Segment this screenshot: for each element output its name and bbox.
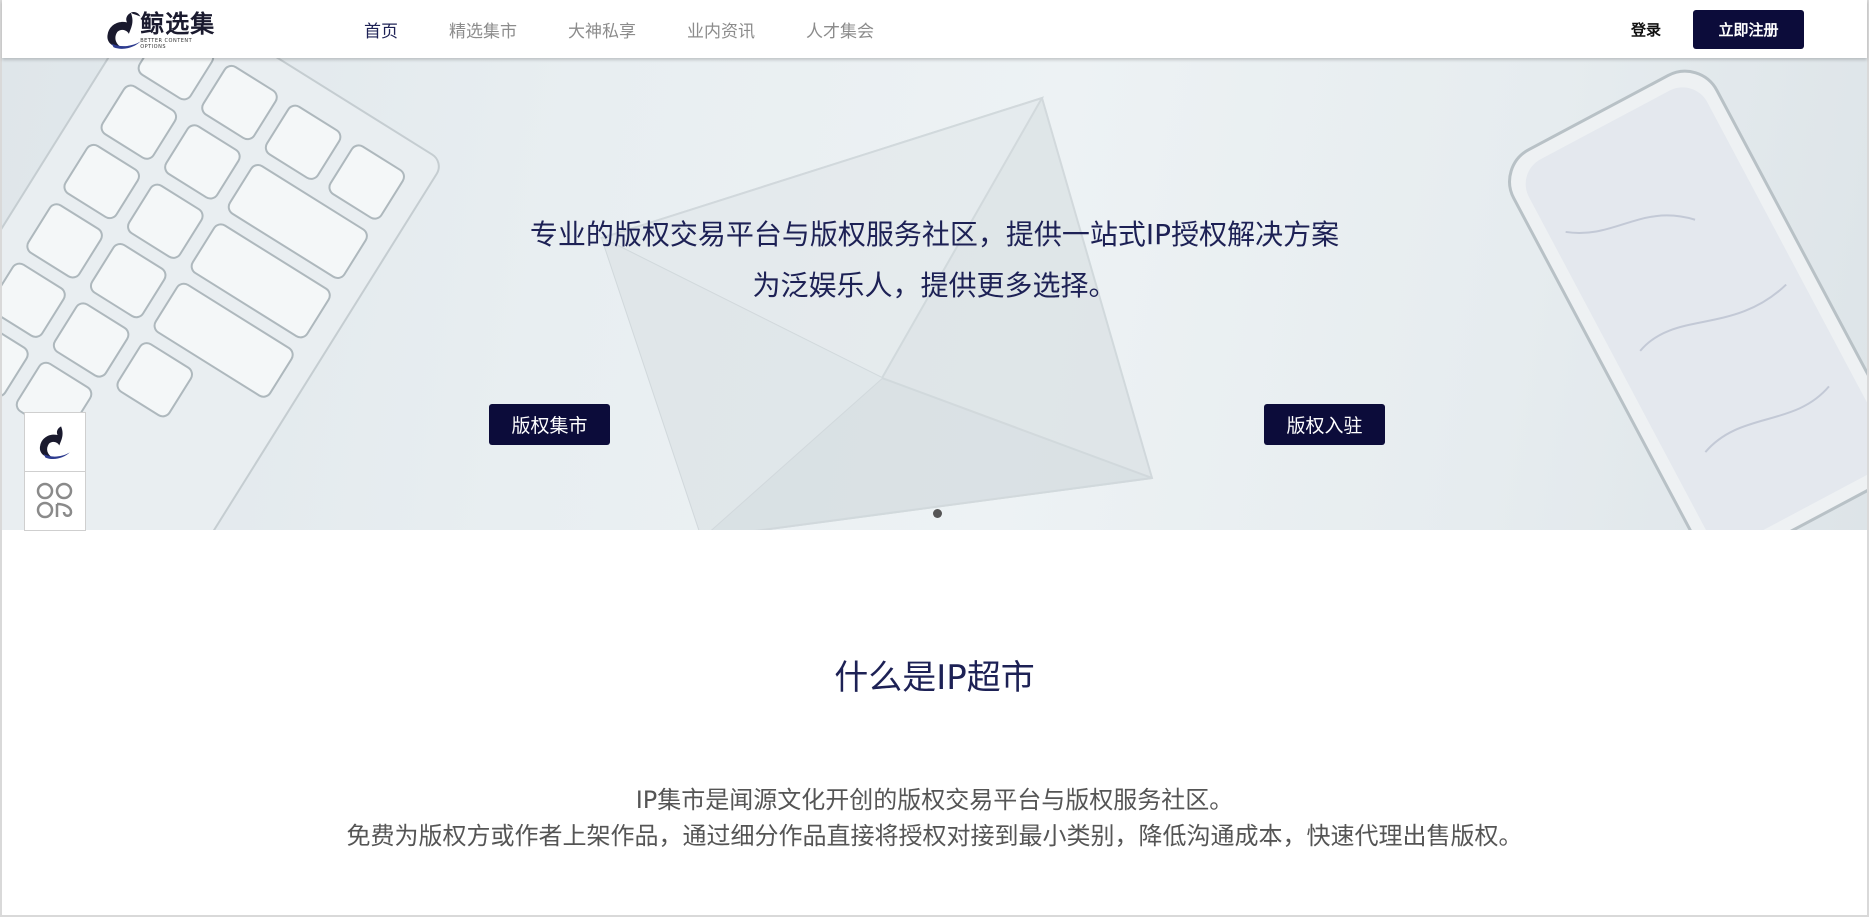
hero-headline-line1: 专业的版权交易平台与版权服务社区，提供一站式IP授权解决方案 <box>529 218 1340 251</box>
copyright-join-button[interactable]: 版权入驻 <box>1264 404 1385 445</box>
logo-subtitle: BETTER CONTENT OPTIONS <box>140 37 193 50</box>
logo-name: 鲸选集 <box>140 9 216 38</box>
about-section-title: 什么是IP超市 <box>834 658 1035 698</box>
hero-banner: 专业的版权交易平台与版权服务社区，提供一站式IP授权解决方案 为泛娱乐人，提供更… <box>2 58 1867 530</box>
register-button[interactable]: 立即注册 <box>1693 10 1804 49</box>
nav-item-featured-market[interactable]: 精选集市 <box>449 17 517 42</box>
nav-item-industry-news[interactable]: 业内资讯 <box>687 17 755 42</box>
login-link[interactable]: 登录 <box>1631 19 1661 40</box>
nav-item-talent-gathering[interactable]: 人才集会 <box>806 17 874 42</box>
about-paragraph-1: IP集市是闻源文化开创的版权交易平台与版权服务社区。 <box>635 786 1234 814</box>
page: 鲸选集 BETTER CONTENT OPTIONS 首页 精选集市 大神私享 … <box>0 0 1869 917</box>
site-logo[interactable]: 鲸选集 BETTER CONTENT OPTIONS <box>102 8 217 52</box>
app-grid-icon <box>36 482 73 518</box>
nav-item-home[interactable]: 首页 <box>364 17 398 42</box>
hero-headline-line2: 为泛娱乐人，提供更多选择。 <box>752 269 1117 302</box>
copyright-market-button[interactable]: 版权集市 <box>489 404 610 445</box>
about-paragraph-2: 免费为版权方或作者上架作品，通过细分作品直接将授权对接到最小类别，降低沟通成本，… <box>346 822 1523 850</box>
nav-item-master-exclusive[interactable]: 大神私享 <box>568 17 636 42</box>
whale-logo-icon <box>39 426 70 460</box>
side-tool-app[interactable] <box>25 471 85 529</box>
carousel-dot[interactable] <box>933 509 942 518</box>
top-header: 鲸选集 BETTER CONTENT OPTIONS 首页 精选集市 大神私享 … <box>2 0 1867 58</box>
floating-side-toolbar <box>24 412 86 531</box>
main-nav: 首页 精选集市 大神私享 业内资讯 人才集会 <box>364 0 925 58</box>
side-tool-logo[interactable] <box>25 413 85 471</box>
